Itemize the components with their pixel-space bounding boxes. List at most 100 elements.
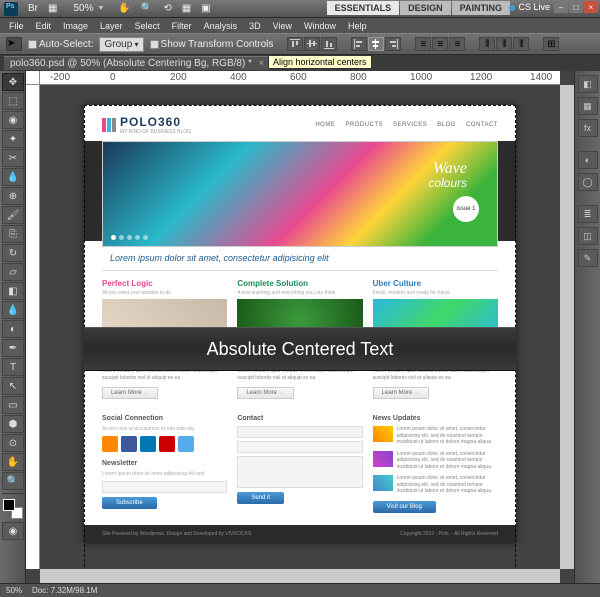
menu-view[interactable]: View bbox=[268, 20, 297, 32]
show-transform-checkbox[interactable]: Show Transform Controls bbox=[150, 39, 274, 50]
distribute-right-icon[interactable]: ⦀ bbox=[513, 37, 529, 51]
gradient-tool[interactable]: ◧ bbox=[2, 282, 24, 300]
scrollbar-horizontal[interactable] bbox=[40, 569, 560, 583]
visit-blog-button[interactable]: Visit our Blog bbox=[373, 501, 436, 513]
screen-mode-icon[interactable]: ▣ bbox=[197, 2, 214, 15]
zoom-level[interactable]: 50% bbox=[73, 3, 93, 14]
ruler-horizontal[interactable]: -200 0 200 400 600 800 1000 1200 1400 bbox=[40, 71, 560, 85]
dodge-tool[interactable]: ◐ bbox=[2, 320, 24, 338]
align-left-icon[interactable] bbox=[351, 37, 367, 51]
path-tool[interactable]: ↖ bbox=[2, 377, 24, 395]
auto-select-dropdown[interactable]: Group ▾ bbox=[99, 37, 143, 52]
channels-panel-icon[interactable]: ◫ bbox=[578, 227, 598, 245]
align-top-icon[interactable] bbox=[287, 37, 303, 51]
canvas[interactable]: POLO360MY KIND OF BUSINESS BLOG HOME PRO… bbox=[40, 85, 560, 569]
3d-camera-tool[interactable]: ⊙ bbox=[2, 434, 24, 452]
stamp-tool[interactable]: ⎘ bbox=[2, 225, 24, 243]
3d-tool[interactable]: ⬢ bbox=[2, 415, 24, 433]
newsletter-input[interactable] bbox=[102, 481, 227, 493]
brush-tool[interactable]: 🖌 bbox=[2, 206, 24, 224]
align-hcenter-icon[interactable] bbox=[368, 37, 384, 51]
workspace-essentials[interactable]: ESSENTIALS bbox=[327, 1, 400, 15]
eyedropper-tool[interactable]: 💧 bbox=[2, 168, 24, 186]
rotate-view-icon[interactable]: ⟲ bbox=[159, 2, 175, 15]
arrange-icon[interactable]: ▦ bbox=[178, 2, 195, 15]
distribute-left-icon[interactable]: ⦀ bbox=[479, 37, 495, 51]
close-tab-icon[interactable]: × bbox=[258, 58, 264, 69]
workspace-design[interactable]: DESIGN bbox=[400, 1, 451, 15]
learn-more-3[interactable]: Learn More bbox=[373, 387, 429, 399]
auto-select-checkbox[interactable]: Auto-Select: bbox=[28, 39, 93, 50]
marquee-tool[interactable]: ⬚ bbox=[2, 92, 24, 110]
wand-tool[interactable]: ✦ bbox=[2, 130, 24, 148]
quickmask-tool[interactable]: ◉ bbox=[2, 522, 24, 540]
learn-more-2[interactable]: Learn More bbox=[237, 387, 293, 399]
nav-contact[interactable]: CONTACT bbox=[466, 122, 498, 128]
rss-icon[interactable] bbox=[102, 436, 118, 452]
crop-tool[interactable]: ✂ bbox=[2, 149, 24, 167]
menu-help[interactable]: Help bbox=[343, 20, 372, 32]
distribute-top-icon[interactable]: ≡ bbox=[415, 37, 431, 51]
nav-products[interactable]: PRODUCTS bbox=[345, 122, 383, 128]
zoom-dropdown-icon[interactable]: ▼ bbox=[97, 5, 104, 12]
youtube-icon[interactable] bbox=[159, 436, 175, 452]
menu-edit[interactable]: Edit bbox=[31, 20, 57, 32]
blur-tool[interactable]: 💧 bbox=[2, 301, 24, 319]
send-button[interactable]: Send it bbox=[237, 492, 284, 504]
shape-tool[interactable]: ▭ bbox=[2, 396, 24, 414]
menu-select[interactable]: Select bbox=[130, 20, 165, 32]
scrollbar-vertical[interactable] bbox=[560, 85, 574, 569]
hand-tool-icon[interactable]: ✋ bbox=[114, 2, 134, 15]
contact-name-input[interactable] bbox=[237, 426, 362, 438]
color-swatches[interactable] bbox=[3, 499, 23, 519]
zoom-canvas-tool[interactable]: 🔍 bbox=[2, 472, 24, 490]
linkedin-icon[interactable] bbox=[140, 436, 156, 452]
contact-message-input[interactable] bbox=[237, 456, 362, 488]
zoom-tool-icon[interactable]: 🔍 bbox=[137, 2, 157, 15]
paths-panel-icon[interactable]: ✎ bbox=[578, 249, 598, 267]
nav-home[interactable]: HOME bbox=[315, 122, 335, 128]
masks-panel-icon[interactable]: ◯ bbox=[578, 173, 598, 191]
menu-layer[interactable]: Layer bbox=[95, 20, 128, 32]
learn-more-1[interactable]: Learn More bbox=[102, 387, 158, 399]
align-vcenter-icon[interactable] bbox=[304, 37, 320, 51]
lasso-tool[interactable]: ◉ bbox=[2, 111, 24, 129]
menu-window[interactable]: Window bbox=[299, 20, 341, 32]
cs-live[interactable]: CS Live bbox=[509, 2, 550, 12]
menu-filter[interactable]: Filter bbox=[167, 20, 197, 32]
twitter-icon[interactable] bbox=[178, 436, 194, 452]
nav-services[interactable]: SERVICES bbox=[393, 122, 427, 128]
photoshop-icon[interactable] bbox=[4, 2, 18, 16]
hand-tool[interactable]: ✋ bbox=[2, 453, 24, 471]
window-close-icon[interactable]: × bbox=[584, 1, 598, 13]
align-right-icon[interactable] bbox=[385, 37, 401, 51]
color-panel-icon[interactable]: ◧ bbox=[578, 75, 598, 93]
adjustments-panel-icon[interactable]: ◐ bbox=[578, 151, 598, 169]
history-brush-tool[interactable]: ↻ bbox=[2, 244, 24, 262]
menu-file[interactable]: File bbox=[4, 20, 29, 32]
distribute-bottom-icon[interactable]: ≡ bbox=[449, 37, 465, 51]
type-tool[interactable]: T bbox=[2, 358, 24, 376]
align-bottom-icon[interactable] bbox=[321, 37, 337, 51]
status-zoom[interactable]: 50% bbox=[6, 586, 22, 595]
minibridge-icon[interactable]: ▦ bbox=[44, 2, 61, 15]
status-doc[interactable]: Doc: 7.32M/98.1M bbox=[32, 586, 97, 595]
bridge-icon[interactable]: Br bbox=[24, 2, 42, 15]
document-tab[interactable]: polo360.psd @ 50% (Absolute Centering Bg… bbox=[4, 56, 270, 70]
distribute-vcenter-icon[interactable]: ≡ bbox=[432, 37, 448, 51]
swatches-panel-icon[interactable]: ▦ bbox=[578, 97, 598, 115]
distribute-hcenter-icon[interactable]: ⦀ bbox=[496, 37, 512, 51]
menu-analysis[interactable]: Analysis bbox=[199, 20, 243, 32]
move-tool[interactable]: ✥ bbox=[2, 73, 24, 91]
facebook-icon[interactable] bbox=[121, 436, 137, 452]
healing-tool[interactable]: ⊕ bbox=[2, 187, 24, 205]
styles-panel-icon[interactable]: fx bbox=[578, 119, 598, 137]
eraser-tool[interactable]: ▱ bbox=[2, 263, 24, 281]
menu-3d[interactable]: 3D bbox=[244, 20, 266, 32]
workspace-painting[interactable]: PAINTING bbox=[452, 1, 510, 15]
contact-email-input[interactable] bbox=[237, 441, 362, 453]
move-tool-preset-icon[interactable]: ➤ bbox=[6, 37, 22, 51]
pen-tool[interactable]: ✒ bbox=[2, 339, 24, 357]
layers-panel-icon[interactable]: ≣ bbox=[578, 205, 598, 223]
window-minimize-icon[interactable]: – bbox=[554, 1, 568, 13]
